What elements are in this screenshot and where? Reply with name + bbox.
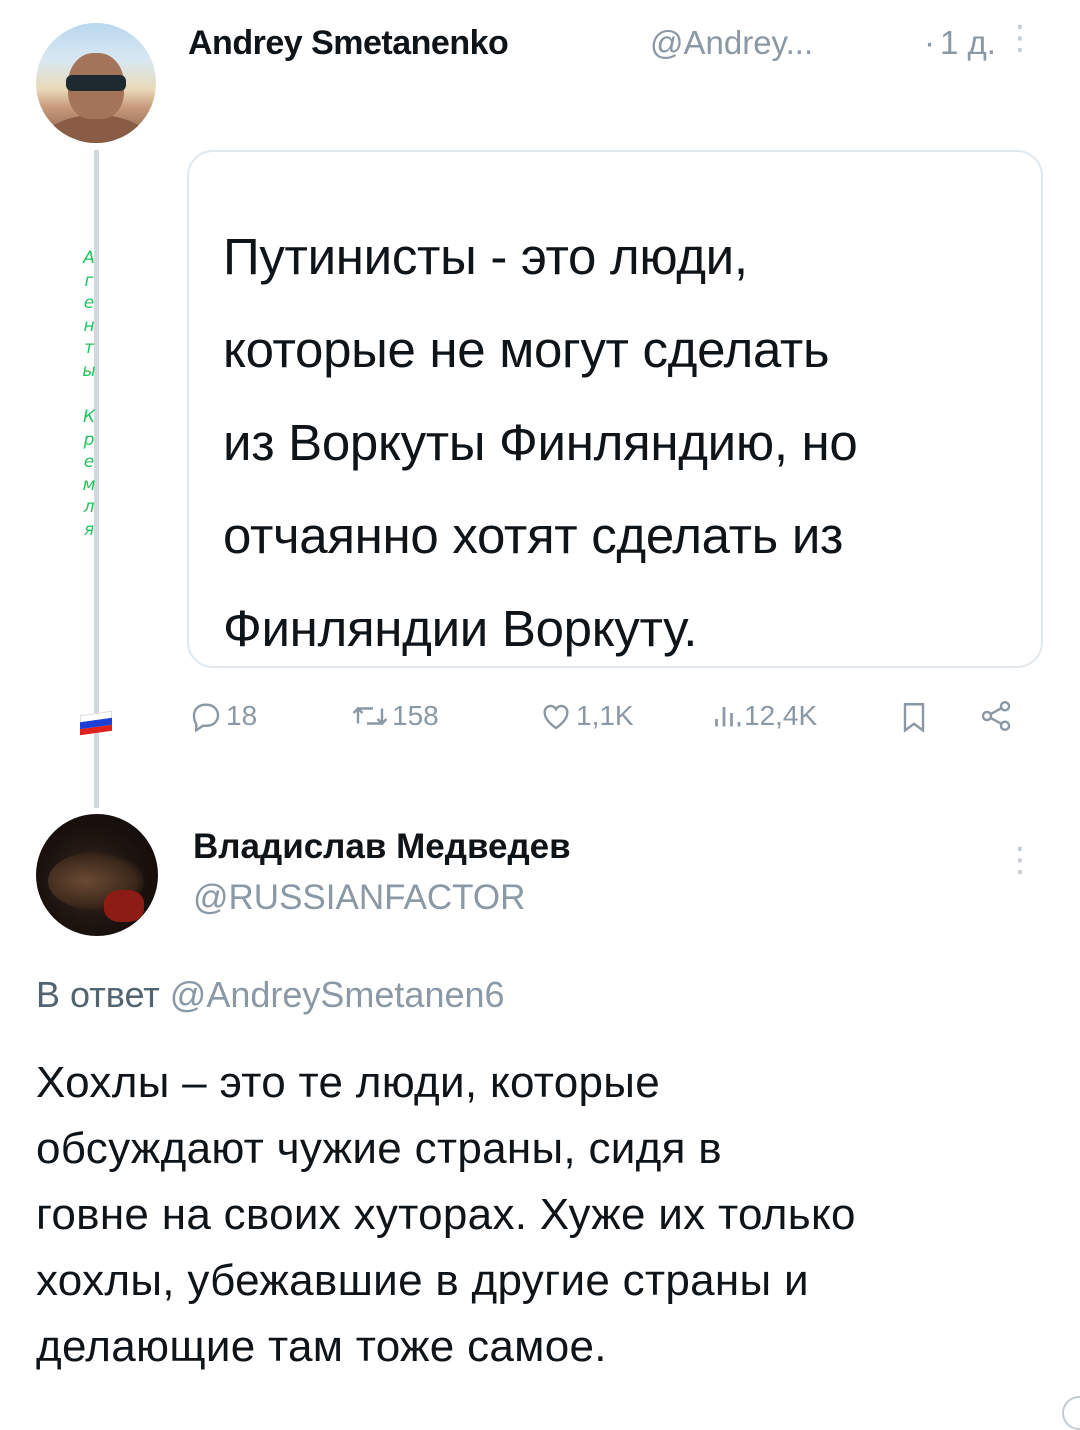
quote-line: Финляндии Воркуту.: [223, 600, 698, 657]
reply-count: 18: [226, 700, 258, 731]
caption-letter: р: [83, 429, 95, 450]
caption-letter: л: [83, 497, 95, 517]
quote-line: отчаянно хотят сделать из: [223, 507, 844, 564]
bookmark-button[interactable]: [896, 698, 932, 736]
avatar-sunglasses: [66, 75, 126, 91]
author-avatar[interactable]: [36, 23, 156, 143]
views-chart-icon: [715, 707, 741, 727]
body-line: обсуждают чужие страны, сидя в: [36, 1124, 722, 1173]
repost-icon: [352, 706, 388, 726]
share-icon: [981, 700, 1011, 732]
tweet-time[interactable]: 1 д.: [940, 24, 996, 62]
reply-icon: [192, 703, 220, 733]
body-line: делающие там тоже самое.: [36, 1322, 607, 1371]
reply-author-handle[interactable]: @RUSSIANFACTOR: [193, 878, 525, 918]
reply-author-name[interactable]: Владислав Медведев: [193, 827, 571, 867]
caption-letter: ы: [82, 360, 96, 381]
author-handle[interactable]: @Andrey...: [650, 24, 813, 62]
vertical-caption: А г е н т ы К р е м л я: [74, 247, 104, 541]
reply-body: Хохлы – это те люди, которые обсуждают ч…: [36, 1050, 1056, 1380]
reply-mention-link[interactable]: @AndreySmetanen6: [170, 974, 505, 1015]
avatar-shoulders: [44, 115, 148, 143]
body-line: хохлы, убежавшие в другие страны и: [36, 1256, 809, 1305]
views-count: 12,4K: [744, 700, 818, 731]
caption-letter: е: [83, 452, 95, 472]
avatar-red-accent: [104, 890, 144, 922]
caption-letter: е: [83, 293, 95, 313]
caption-letter: н: [83, 315, 95, 336]
reply-context: В ответ @AndreySmetanen6: [36, 974, 505, 1016]
heart-icon: [543, 704, 569, 730]
reply-button[interactable]: 18: [188, 698, 257, 734]
bookmark-icon: [903, 703, 925, 733]
quote-line: Путинисты - это люди,: [223, 228, 748, 285]
caption-letter: т: [84, 338, 94, 358]
caption-letter: г: [84, 270, 94, 291]
repost-button[interactable]: 158: [350, 698, 439, 734]
more-options-icon[interactable]: ⋮: [1000, 18, 1040, 58]
views-button[interactable]: 12,4K: [712, 698, 817, 734]
like-count: 1,1K: [576, 700, 634, 731]
caption-letter: я: [83, 519, 95, 540]
caption-letter: А: [83, 248, 95, 268]
quote-line: из Воркуты Финляндию, но: [223, 414, 858, 471]
body-line: говне на своих хуторах. Хуже их только: [36, 1190, 856, 1239]
like-button[interactable]: 1,1K: [538, 698, 634, 734]
reply-author-avatar[interactable]: [36, 814, 158, 936]
reply-prefix: В ответ: [36, 974, 160, 1015]
caption-letter: м: [82, 474, 96, 495]
separator-dot: ·: [924, 24, 935, 61]
quote-line: которые не могут сделать: [223, 321, 830, 378]
share-button[interactable]: [978, 698, 1014, 734]
more-options-icon[interactable]: ⋮: [1000, 840, 1040, 880]
corner-button-icon[interactable]: [1062, 1396, 1080, 1430]
quoted-text: Путинисты - это люди, которые не могут с…: [223, 210, 1043, 675]
author-name[interactable]: Andrey Smetanenko: [188, 24, 509, 63]
caption-letter: К: [82, 407, 96, 427]
body-line: Хохлы – это те люди, которые: [36, 1058, 660, 1107]
russia-flag-icon: [80, 710, 112, 736]
repost-count: 158: [392, 700, 439, 731]
action-bar: 18 158 1,1K 12,4K: [188, 698, 1038, 748]
